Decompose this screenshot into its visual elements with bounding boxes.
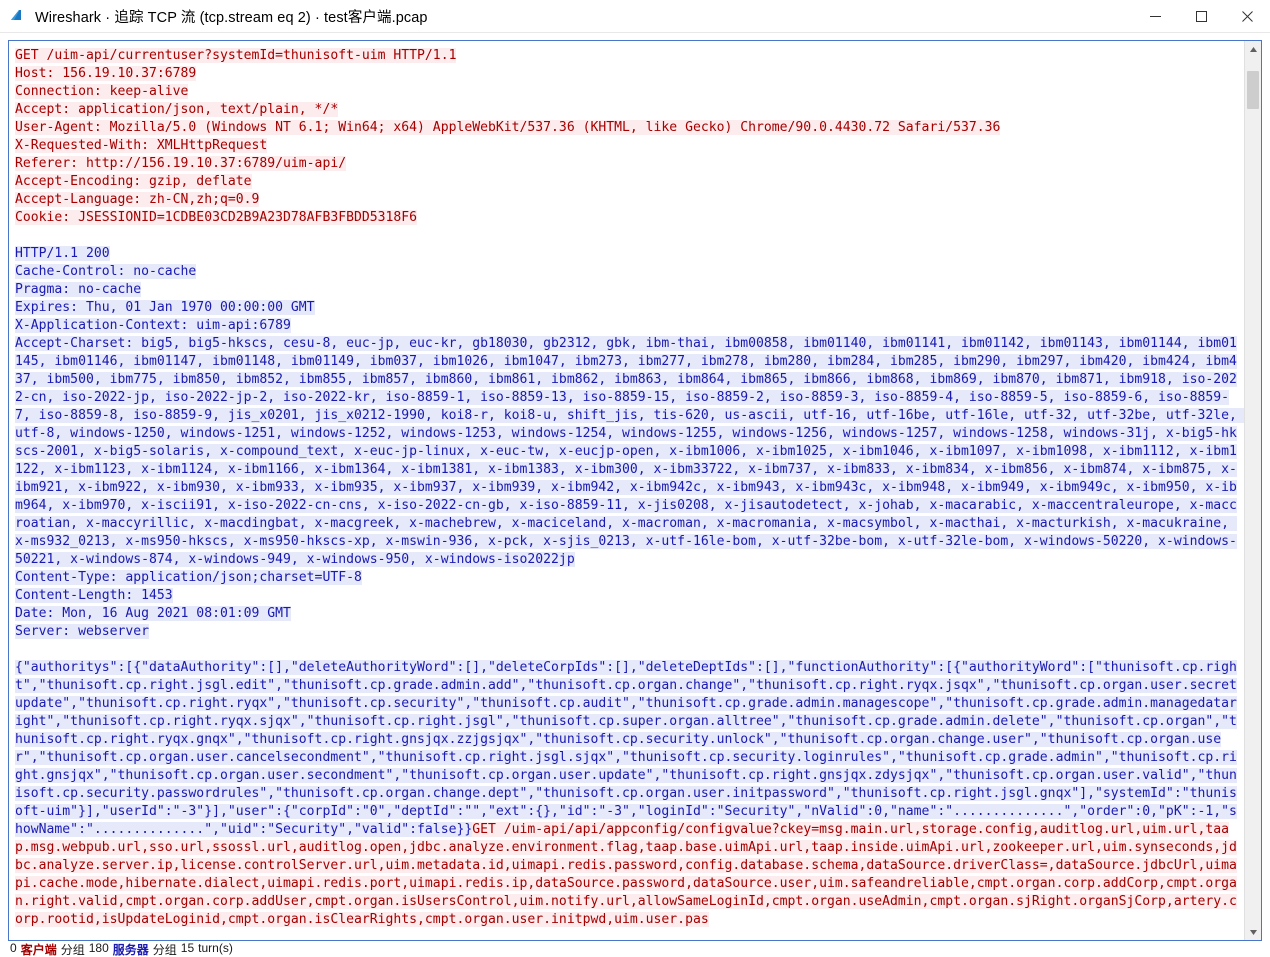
stream-segment-request-1: GET /uim-api/currentuser?systemId=thunis… (15, 48, 1001, 225)
maximize-button[interactable] (1178, 0, 1224, 32)
stream-gap-1 (15, 227, 1244, 245)
window-controls (1132, 0, 1270, 32)
turns-count: 15 (180, 941, 195, 955)
server-label: 服务器 (112, 943, 149, 957)
scrollbar-track[interactable] (1245, 57, 1261, 924)
follow-tcp-stream-window: Wireshark · 追踪 TCP 流 (tcp.stream eq 2) ·… (0, 0, 1270, 957)
scroll-up-arrow-icon[interactable] (1245, 41, 1261, 57)
close-button[interactable] (1224, 0, 1270, 32)
client-packet-count: 0 (10, 941, 17, 955)
scrollbar-thumb[interactable] (1247, 71, 1259, 109)
stream-content-frame: GET /uim-api/currentuser?systemId=thunis… (8, 40, 1262, 941)
stream-text[interactable]: GET /uim-api/currentuser?systemId=thunis… (15, 47, 1244, 929)
wireshark-fin-icon (10, 8, 26, 24)
server-packet-unit: 分组 (152, 943, 177, 957)
window-title: Wireshark · 追踪 TCP 流 (tcp.stream eq 2) ·… (35, 9, 428, 26)
scroll-down-arrow-icon[interactable] (1245, 924, 1261, 940)
stream-vertical-scrollbar[interactable] (1244, 41, 1261, 940)
stream-statusbar: 0 客户端 分组 180 服务器 分组 15 turn(s) (0, 941, 1270, 957)
minimize-button[interactable] (1132, 0, 1178, 32)
client-label: 客户端 (20, 943, 57, 957)
server-packet-count: 180 (88, 941, 109, 955)
stream-gap-2 (15, 641, 1244, 659)
stream-segment-response-body: {"authoritys":[{"dataAuthority":[],"dele… (15, 660, 1237, 837)
stream-segment-response-1: HTTP/1.1 200 Cache-Control: no-cache Pra… (15, 246, 1244, 639)
window-titlebar: Wireshark · 追踪 TCP 流 (tcp.stream eq 2) ·… (0, 0, 1270, 33)
client-packet-unit: 分组 (60, 943, 85, 957)
stream-text-pane[interactable]: GET /uim-api/currentuser?systemId=thunis… (9, 41, 1244, 940)
turns-label: turn(s) (198, 941, 233, 955)
stream-segment-request-2: GET /uim-api/api/appconfig/configvalue?c… (15, 822, 1237, 927)
